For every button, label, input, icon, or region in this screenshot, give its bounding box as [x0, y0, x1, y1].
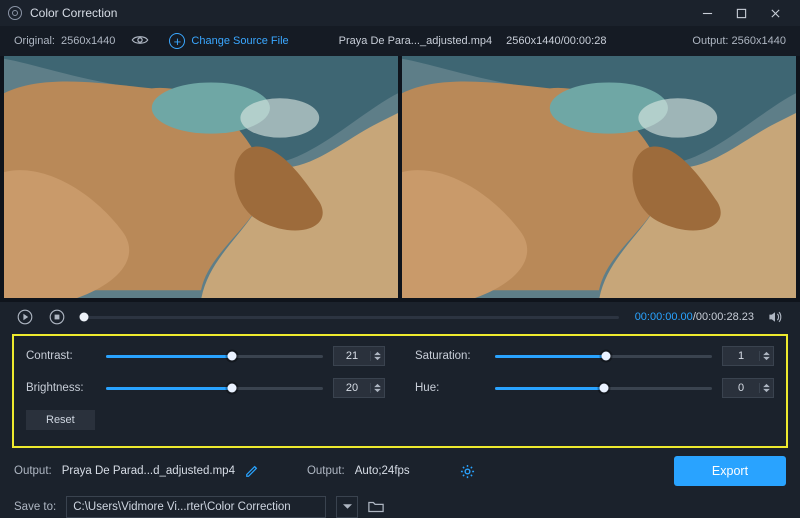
hue-down[interactable] — [760, 388, 773, 393]
current-time: 00:00:00.00 — [635, 311, 693, 323]
contrast-down[interactable] — [371, 356, 384, 361]
output-file-label: Output: — [14, 465, 52, 477]
output-file-name: Praya De Parad...d_adjusted.mp4 — [62, 465, 235, 477]
change-source-label: Change Source File — [191, 35, 288, 47]
preview-toggle-icon[interactable] — [131, 34, 149, 49]
saveto-path-input[interactable]: C:\Users\Vidmore Vi...rter\Color Correct… — [66, 496, 326, 518]
stop-button[interactable] — [46, 306, 68, 328]
close-button[interactable] — [758, 0, 792, 26]
preview-after — [402, 56, 796, 298]
saturation-slider[interactable] — [495, 355, 712, 358]
output-settings-button[interactable] — [460, 464, 475, 479]
output-label: Output: — [692, 35, 728, 47]
saturation-value-input[interactable]: 1 — [722, 346, 774, 366]
hue-value-input[interactable]: 0 — [722, 378, 774, 398]
saturation-label: Saturation: — [415, 350, 485, 362]
app-logo-icon — [8, 6, 22, 20]
brightness-value-input[interactable]: 20 — [333, 378, 385, 398]
footer: Output: Praya De Parad...d_adjusted.mp4 … — [0, 448, 800, 518]
brightness-slider[interactable] — [106, 387, 323, 390]
total-time: 00:00:28.23 — [696, 311, 754, 323]
minimize-button[interactable] — [690, 0, 724, 26]
preview-area — [0, 56, 800, 302]
play-button[interactable] — [14, 306, 36, 328]
saturation-control: Saturation: 1 — [415, 346, 774, 366]
brightness-control: Brightness: 20 — [26, 378, 385, 398]
original-label: Original: — [14, 35, 55, 47]
source-meta: 2560x1440/00:00:28 — [506, 35, 606, 47]
contrast-slider[interactable] — [106, 355, 323, 358]
hue-label: Hue: — [415, 382, 485, 394]
window-title: Color Correction — [30, 6, 117, 20]
export-button[interactable]: Export — [674, 456, 786, 486]
reset-button[interactable]: Reset — [26, 410, 95, 430]
source-filename: Praya De Para..._adjusted.mp4 — [339, 35, 492, 47]
contrast-value-input[interactable]: 21 — [333, 346, 385, 366]
output-format-value: Auto;24fps — [355, 465, 410, 477]
contrast-control: Contrast: 21 — [26, 346, 385, 366]
titlebar: Color Correction — [0, 0, 800, 26]
change-source-button[interactable]: + Change Source File — [169, 33, 288, 49]
output-format-label: Output: — [307, 465, 345, 477]
saturation-down[interactable] — [760, 356, 773, 361]
hue-slider[interactable] — [495, 387, 712, 390]
saveto-dropdown[interactable] — [336, 496, 358, 518]
info-bar: Original: 2560x1440 + Change Source File… — [0, 26, 800, 56]
color-controls-panel: Contrast: 21 Saturation: 1 Brightnes — [12, 334, 788, 448]
brightness-label: Brightness: — [26, 382, 96, 394]
maximize-button[interactable] — [724, 0, 758, 26]
open-folder-button[interactable] — [368, 500, 384, 514]
playbar: 00:00:00.00/00:00:28.23 — [0, 302, 800, 332]
seek-slider[interactable] — [84, 316, 619, 319]
brightness-down[interactable] — [371, 388, 384, 393]
preview-before — [4, 56, 398, 298]
contrast-label: Contrast: — [26, 350, 96, 362]
plus-icon: + — [169, 33, 185, 49]
hue-control: Hue: 0 — [415, 378, 774, 398]
output-resolution: 2560x1440 — [732, 35, 786, 47]
edit-output-name-button[interactable] — [245, 464, 259, 478]
original-resolution: 2560x1440 — [61, 35, 115, 47]
saveto-label: Save to: — [14, 501, 56, 513]
timecode: 00:00:00.00/00:00:28.23 — [635, 311, 754, 323]
volume-button[interactable] — [764, 306, 786, 328]
